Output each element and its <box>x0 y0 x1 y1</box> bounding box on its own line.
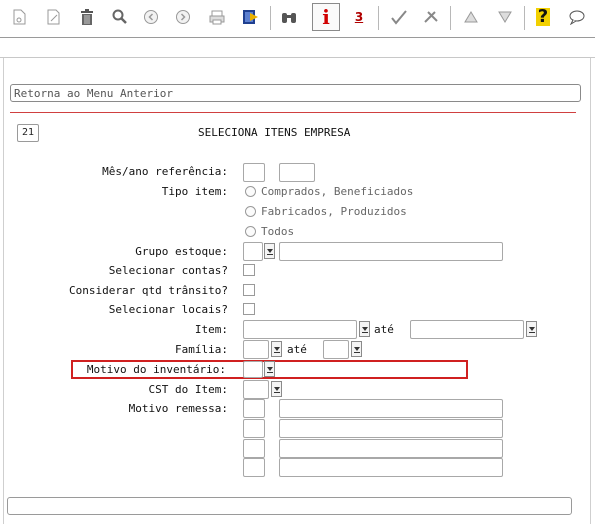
selecionar-locais-label: Selecionar locais? <box>108 303 228 316</box>
motivo-remessa-code-1[interactable] <box>243 399 265 418</box>
tipo-item-radio-3[interactable] <box>245 226 256 237</box>
cst-item-field[interactable] <box>243 380 269 399</box>
item-to-dropdown-icon[interactable] <box>526 321 537 337</box>
tipo-item-option-3: Todos <box>261 225 295 238</box>
tipo-item-radio-2[interactable] <box>245 206 256 217</box>
familia-from-field[interactable] <box>243 340 269 359</box>
motivo-remessa-label: Motivo remessa: <box>128 402 228 415</box>
info-icon[interactable]: i <box>312 3 340 31</box>
familia-from-dropdown-icon[interactable] <box>271 341 282 357</box>
grupo-estoque-dropdown-icon[interactable] <box>264 243 275 259</box>
status-bar <box>7 497 572 515</box>
binoculars-icon[interactable] <box>276 4 302 30</box>
motivo-inventario-field[interactable] <box>243 361 263 378</box>
trash-icon[interactable] <box>74 4 100 30</box>
selecionar-contas-checkbox[interactable] <box>243 264 255 276</box>
familia-to-field[interactable] <box>323 340 349 359</box>
tipo-item-option-1: Comprados, Beneficiados <box>261 185 414 198</box>
considerar-qtd-label: Considerar qtd trânsito? <box>69 284 228 297</box>
next-icon[interactable] <box>170 4 196 30</box>
motivo-remessa-code-3[interactable] <box>243 439 265 458</box>
zoom-icon[interactable]: 3 <box>346 4 372 30</box>
grupo-estoque-label: Grupo estoque: <box>135 245 228 258</box>
item-ate-label: até <box>374 323 394 336</box>
prev-icon[interactable] <box>138 4 164 30</box>
tipo-item-label: Tipo item: <box>161 185 228 198</box>
tipo-item-option-2: Fabricados, Produzidos <box>261 205 407 218</box>
motivo-remessa-desc-4 <box>279 458 503 477</box>
red-separator <box>10 112 576 113</box>
item-from-field[interactable] <box>243 320 357 339</box>
search-icon[interactable] <box>106 4 132 30</box>
cst-item-label: CST do Item: <box>148 383 228 396</box>
grupo-estoque-field[interactable] <box>243 242 263 261</box>
toolbar-divider <box>0 37 595 38</box>
down-icon[interactable] <box>492 4 518 30</box>
ano-field[interactable] <box>279 163 315 182</box>
motivo-remessa-desc-3 <box>279 439 503 458</box>
cst-item-dropdown-icon[interactable] <box>271 381 282 397</box>
motivo-remessa-code-2[interactable] <box>243 419 265 438</box>
command-field[interactable]: Retorna ao Menu Anterior <box>10 84 581 102</box>
item-to-field[interactable] <box>410 320 524 339</box>
up-icon[interactable] <box>458 4 484 30</box>
print-icon[interactable] <box>204 4 230 30</box>
motivo-remessa-code-4[interactable] <box>243 458 265 477</box>
selecionar-contas-label: Selecionar contas? <box>108 264 228 277</box>
motivo-inventario-dropdown-icon[interactable] <box>264 361 275 377</box>
edit-icon[interactable] <box>40 4 66 30</box>
motivo-remessa-desc-2 <box>279 419 503 438</box>
exit-icon[interactable] <box>238 4 264 30</box>
familia-label: Família: <box>175 343 228 356</box>
chat-icon[interactable] <box>564 4 590 30</box>
check-icon[interactable] <box>386 4 412 30</box>
item-from-dropdown-icon[interactable] <box>359 321 370 337</box>
help-icon[interactable]: ? <box>530 4 556 30</box>
considerar-qtd-checkbox[interactable] <box>243 284 255 296</box>
grupo-estoque-desc <box>279 242 503 261</box>
mes-field[interactable] <box>243 163 265 182</box>
mes-ano-label: Mês/ano referência: <box>102 165 228 178</box>
new-page-icon[interactable] <box>6 4 32 30</box>
selecionar-locais-checkbox[interactable] <box>243 303 255 315</box>
toolbar: i 3 ? <box>0 0 595 36</box>
page-title: SELECIONA ITENS EMPRESA <box>198 126 351 139</box>
motivo-remessa-desc-1 <box>279 399 503 418</box>
familia-to-dropdown-icon[interactable] <box>351 341 362 357</box>
familia-ate-label: até <box>287 343 307 356</box>
tipo-item-radio-1[interactable] <box>245 186 256 197</box>
item-label: Item: <box>194 323 228 336</box>
program-number: 21 <box>17 124 39 142</box>
motivo-inventario-label: Motivo do inventário: <box>86 363 226 376</box>
tools-icon[interactable] <box>418 4 444 30</box>
